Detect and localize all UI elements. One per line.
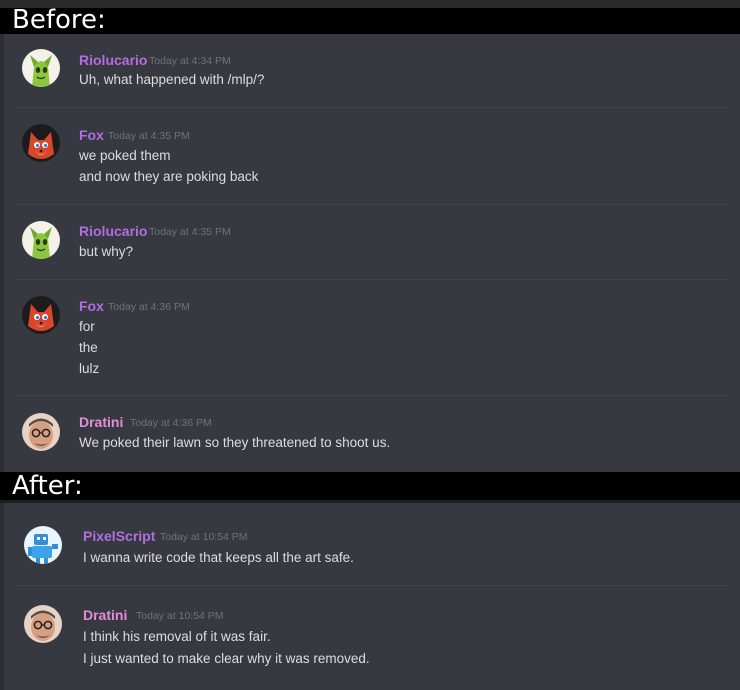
man-with-glasses-avatar-icon [22,413,60,451]
avatar[interactable] [22,221,60,259]
red-fox-avatar-icon [22,124,60,162]
message-group: Riolucario Today at 4:34 PM Uh, what hap… [4,34,740,107]
message-timestamp: Today at 10:54 PM [160,531,248,543]
message-timestamp: Today at 4:36 PM [108,301,190,313]
before-label: Before: [12,5,106,35]
message-author[interactable]: Fox [79,127,104,143]
message-timestamp: Today at 4:35 PM [149,226,231,238]
message-text: Uh, what happened with /mlp/? [79,72,265,87]
message-author[interactable]: Dratini [83,607,127,623]
message-text: we poked them [79,148,171,163]
avatar[interactable] [24,605,62,643]
message-text: lulz [79,361,100,376]
after-chat-panel: PixelScript Today at 10:54 PM I wanna wr… [4,503,740,690]
avatar[interactable] [22,49,60,87]
man-with-glasses-avatar-icon [24,605,62,643]
before-label-bar: Before: [0,5,740,35]
message-group: PixelScript Today at 10:54 PM I wanna wr… [4,503,740,585]
message-group: Dratini Today at 10:54 PM I think his re… [4,586,740,690]
avatar[interactable] [22,413,60,451]
message-timestamp: Today at 4:34 PM [149,55,231,67]
message-timestamp: Today at 4:35 PM [108,130,190,142]
message-text: I wanna write code that keeps all the ar… [83,550,354,565]
message-text: I think his removal of it was fair. [83,629,271,644]
message-text: We poked their lawn so they threatened t… [79,435,391,450]
message-group: Dratini Today at 4:36 PM We poked their … [4,396,740,472]
message-text: for [79,319,95,334]
message-author[interactable]: Dratini [79,414,123,430]
red-fox-avatar-icon [22,296,60,334]
before-chat-panel: Riolucario Today at 4:34 PM Uh, what hap… [4,34,740,472]
message-text: the [79,340,98,355]
message-group: Riolucario Today at 4:35 PM but why? [4,205,740,279]
green-creature-avatar-icon [22,49,60,87]
avatar[interactable] [22,296,60,334]
avatar[interactable] [24,526,62,564]
message-author[interactable]: Riolucario [79,52,147,68]
top-strip [0,0,740,8]
after-label-bar: After: [0,472,740,500]
green-creature-avatar-icon [22,221,60,259]
message-group: Fox Today at 4:36 PM for the lulz [4,280,740,395]
message-author[interactable]: Riolucario [79,223,147,239]
message-timestamp: Today at 4:36 PM [130,417,212,429]
message-author[interactable]: Fox [79,298,104,314]
blue-robot-avatar-icon [24,526,62,564]
message-text: and now they are poking back [79,169,259,184]
message-text: but why? [79,244,134,259]
avatar[interactable] [22,124,60,162]
message-group: Fox Today at 4:35 PM we poked them and n… [4,108,740,204]
message-text: I just wanted to make clear why it was r… [83,651,370,666]
after-label: After: [12,471,83,501]
message-timestamp: Today at 10:54 PM [136,610,224,622]
message-author[interactable]: PixelScript [83,528,155,544]
